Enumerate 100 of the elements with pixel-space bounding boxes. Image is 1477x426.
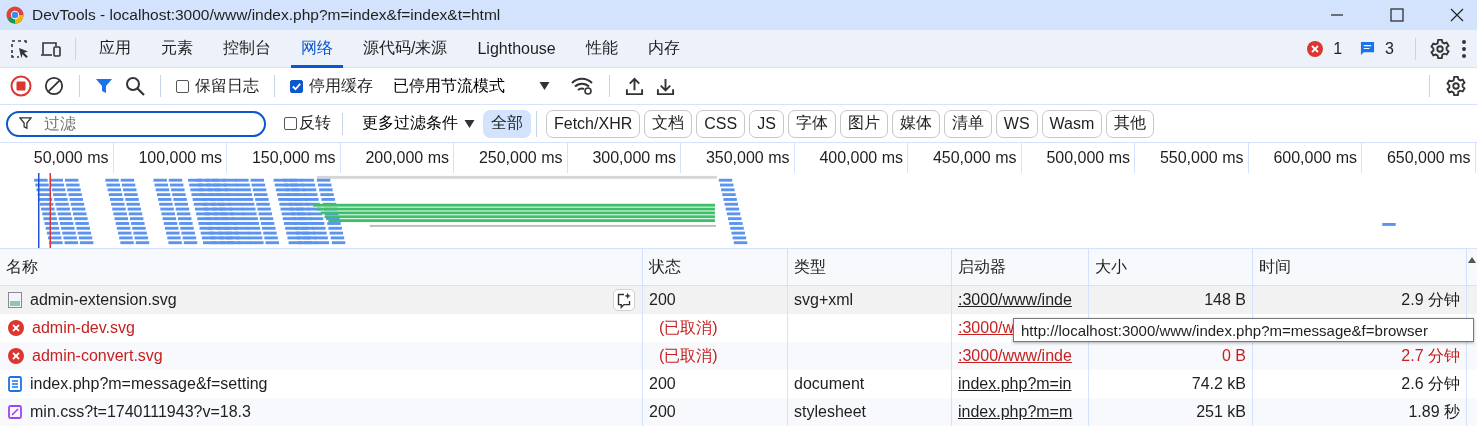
error-count[interactable]: 1 [1333,39,1343,58]
time-tick-label: 150,000 ms [227,143,341,173]
type-filter-chip[interactable]: 文档 [644,109,693,138]
initiator-link[interactable]: :3000/w [958,319,1015,337]
time-tick-label: 100,000 ms [113,143,227,173]
more-options-icon[interactable] [1461,38,1467,59]
column-header[interactable]: 状态 [643,249,788,285]
status-text: (已取消) [658,345,718,366]
type-filter-chip[interactable]: 其他 [1106,109,1155,138]
error-icon [1307,40,1324,57]
type-text: document [794,375,865,393]
message-icon [1360,41,1376,56]
status-text: 200 [649,403,676,421]
type-filter-chip[interactable]: WS [995,109,1038,138]
checkbox-label: 反转 [299,113,331,133]
record-button-icon[interactable] [10,75,32,97]
message-count[interactable]: 3 [1385,39,1394,58]
type-filter-chip[interactable]: Fetch/XHR [546,109,641,138]
image-file-icon [8,292,22,308]
type-text: svg+xml [794,291,854,309]
clear-icon[interactable] [44,76,64,96]
time-tick-label: 650,000 ms [1362,143,1476,173]
stylesheet-icon [8,405,22,419]
request-name: admin-dev.svg [32,319,135,337]
size-text: 0 B [1222,347,1246,365]
more-filters-dropdown[interactable]: 更多过滤条件 [354,113,458,134]
initiator-link[interactable]: index.php?m=in [958,375,1072,393]
sort-arrow-icon[interactable] [1468,257,1476,263]
filter-icon[interactable] [95,77,113,95]
time-tick-label: 600,000 ms [1248,143,1362,173]
size-text: 148 B [1204,291,1246,309]
column-header[interactable]: 大小 [1089,249,1253,285]
type-filter-chip[interactable]: 全部 [483,109,531,138]
size-text: 251 kB [1196,403,1246,421]
panel-tab[interactable]: 网络 [291,29,343,68]
checkbox[interactable] [290,79,303,93]
initiator-link[interactable]: :3000/www/inde [958,347,1072,365]
type-filter-chip[interactable]: 图片 [839,109,888,138]
request-name: index.php?m=message&f=setting [30,375,268,393]
request-row[interactable]: min.css?t=1740111943?v=18.3 200 stylesheet index.php?m=m 251 kB 1.89 秒 [0,398,1477,426]
panel-tab[interactable]: Lighthouse [467,29,566,68]
upload-icon[interactable] [625,76,644,96]
window-title: DevTools - localhost:3000/www/index.php?m=index&f=index&t=html [32,6,501,24]
checkbox-label: 停用缓存 [309,75,373,96]
filter-field[interactable]: 过滤 [6,110,266,137]
type-filter-chip[interactable]: Wasm [1041,109,1103,138]
request-row[interactable]: admin-extension.svg 200 svg+xml :3000/www/inde 148 B 2.9 分钟 [0,286,1477,314]
panel-tab[interactable]: 控制台 [213,29,281,68]
browser-logo-icon [6,6,24,24]
checkbox[interactable] [284,117,297,130]
error-icon [8,348,24,364]
caret-icon[interactable] [464,119,475,128]
panel-tab[interactable]: 源代码/来源 [353,29,458,68]
request-name: min.css?t=1740111943?v=18.3 [30,403,251,421]
type-filter-chip[interactable]: 字体 [787,109,836,138]
panel-tab[interactable]: 元素 [151,29,203,68]
close-icon[interactable] [1450,8,1464,22]
network-conditions-icon[interactable] [570,76,594,96]
inspect-element-icon[interactable] [10,38,30,59]
type-filter-chip[interactable]: 媒体 [891,109,940,138]
caret-icon[interactable] [539,82,550,90]
time-text: 2.9 分钟 [1401,289,1460,310]
type-filter-chip[interactable]: CSS [696,109,746,138]
request-name: admin-convert.svg [32,347,163,365]
sparkle-chat-icon[interactable] [613,289,635,311]
time-tick-label: 350,000 ms [681,143,795,173]
column-header[interactable]: 类型 [788,249,952,285]
request-row[interactable]: admin-convert.svg (已取消) :3000/www/inde 0 B 2.7 分钟 [0,342,1477,370]
time-tick-label: 300,000 ms [567,143,681,173]
initiator-link[interactable]: :3000/www/inde [958,291,1072,309]
filter-icon [19,117,32,130]
download-icon[interactable] [656,76,675,96]
maximize-icon[interactable] [1390,8,1404,22]
column-header[interactable]: 启动器 [952,249,1089,285]
settings-icon[interactable] [1429,37,1451,60]
panel-tab[interactable]: 内存 [637,29,690,68]
time-tick-label: 550,000 ms [1135,143,1249,173]
time-tick-label: 500,000 ms [1021,143,1135,173]
size-text: 74.2 kB [1191,375,1246,393]
throttling-dropdown[interactable]: 已停用节流模式 [385,75,505,97]
initiator-link[interactable]: index.php?m=m [958,403,1073,421]
status-text: 200 [649,375,676,393]
type-filter-chip[interactable]: JS [749,109,784,138]
checkbox[interactable] [176,79,189,93]
panel-tab[interactable]: 性能 [575,29,628,68]
time-text: 2.6 分钟 [1401,373,1460,394]
type-filter-chip[interactable]: 清单 [943,109,992,138]
time-text: 2.7 分钟 [1401,345,1460,366]
time-tick-label: 450,000 ms [908,143,1022,173]
time-tick-label: 250,000 ms [454,143,568,173]
panel-tab[interactable]: 应用 [89,29,141,68]
time-text: 1.89 秒 [1408,401,1460,422]
time-tick-label: 200,000 ms [340,143,454,173]
time-tick-label: 50,000 ms [0,143,114,173]
search-icon[interactable] [125,76,145,96]
column-header[interactable]: 时间 [1253,249,1467,285]
status-text: 200 [649,291,676,309]
error-icon [8,320,24,336]
settings-icon[interactable] [1445,75,1467,97]
column-header[interactable]: 名称 [0,249,643,285]
